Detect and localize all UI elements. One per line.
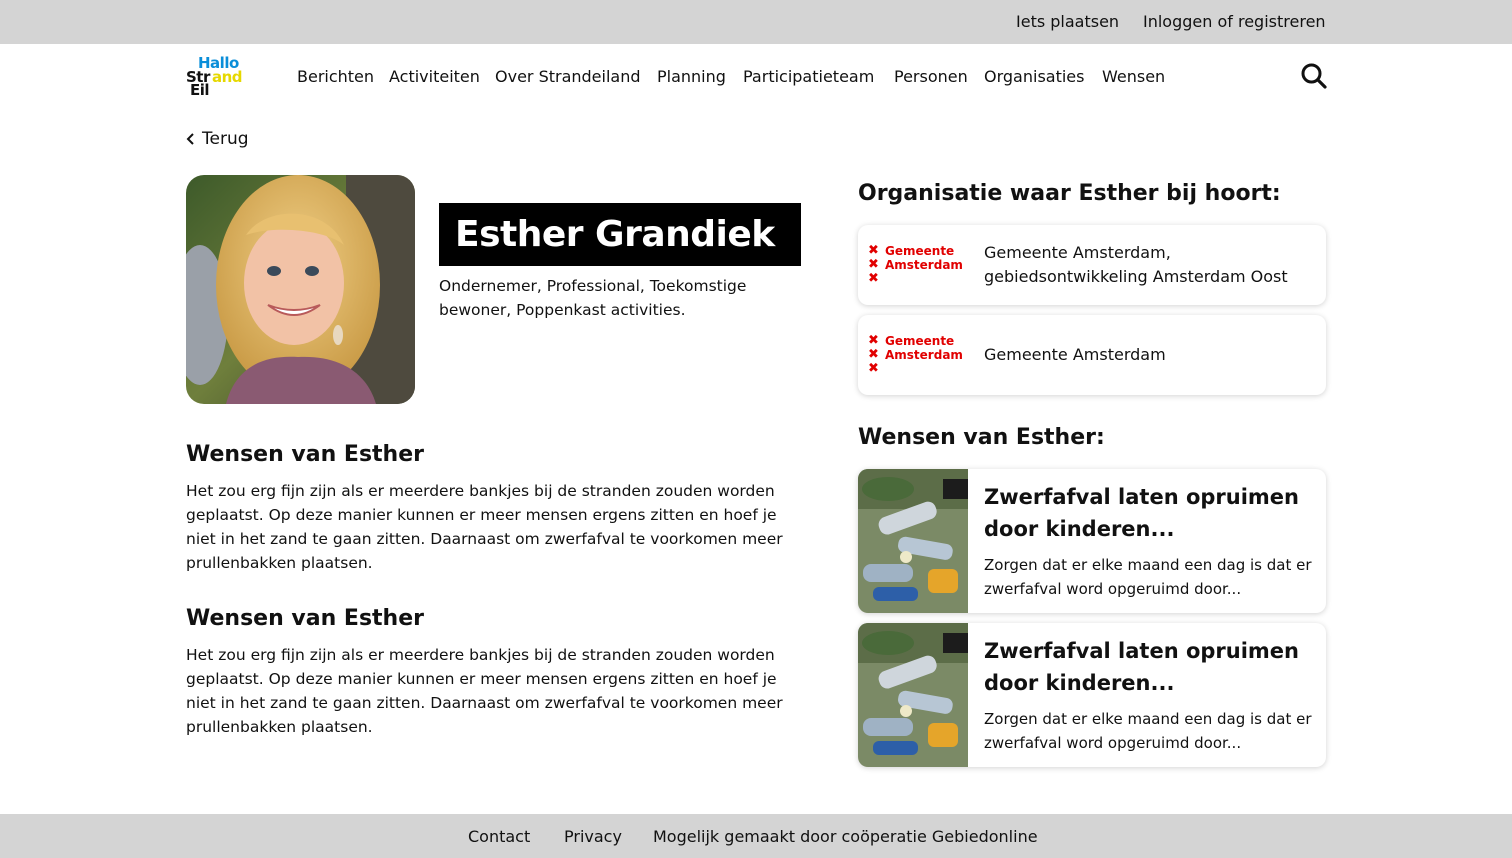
gemeente-amsterdam-logo: ✖ Gemeente ✖ Amsterdam ✖ (868, 244, 968, 286)
nav-item-organisaties[interactable]: Organisaties (984, 67, 1084, 86)
footer-contact-link[interactable]: Contact (468, 827, 530, 846)
organisations-heading: Organisatie waar Esther bij hoort: (858, 181, 1281, 206)
nav-item-participatieteam[interactable]: Participatieteam (743, 67, 874, 86)
wish-card-title: Zwerfafval laten opruimen door kinderen.… (984, 485, 1299, 541)
nav-item-wensen[interactable]: Wensen (1102, 67, 1165, 86)
search-icon[interactable] (1300, 62, 1328, 90)
cross-icon: ✖ (868, 257, 879, 272)
logo-line: Amsterdam (885, 348, 963, 362)
wish-card[interactable]: Zwerfafval laten opruimen door kinderen.… (858, 469, 1326, 613)
nav-item-personen[interactable]: Personen (894, 67, 968, 86)
wish-card-description: Zorgen dat er elke maand een dag is dat … (984, 710, 1312, 752)
gemeente-amsterdam-logo: ✖ Gemeente ✖ Amsterdam ✖ (868, 334, 968, 376)
logo-line: Amsterdam (885, 258, 963, 272)
nav-item-berichten[interactable]: Berichten (297, 67, 374, 86)
wish-card[interactable]: Zwerfafval laten opruimen door kinderen.… (858, 623, 1326, 767)
organisation-name: Gemeente Amsterdam, gebiedsontwikkeling … (984, 243, 1288, 286)
organisation-card[interactable]: ✖ Gemeente ✖ Amsterdam ✖ Gemeente Amsterda… (858, 225, 1326, 305)
profile-roles: Ondernemer, Professional, Toekomstige be… (439, 277, 747, 319)
logo-line: Gemeente (885, 244, 955, 258)
site-logo[interactable]: Hallo Str and Eil (186, 56, 248, 98)
wish-text: Het zou erg fijn zijn als er meerdere ba… (186, 482, 783, 572)
wish-image (858, 623, 968, 767)
back-link[interactable]: Terug (186, 128, 249, 150)
profile-name: Esther Grandiek (455, 214, 775, 255)
footer-credit-link[interactable]: Mogelijk gemaakt door coöperatie Gebiedo… (653, 827, 1038, 846)
nav-item-over-strandeiland[interactable]: Over Strandeiland (495, 67, 641, 86)
organisation-name: Gemeente Amsterdam (984, 345, 1166, 364)
cross-icon: ✖ (868, 243, 879, 258)
wish-image (858, 469, 968, 613)
side-wishes-heading: Wensen van Esther: (858, 425, 1105, 450)
cross-icon: ✖ (868, 333, 879, 348)
wish-card-description: Zorgen dat er elke maand een dag is dat … (984, 556, 1312, 598)
wish-card-title: Zwerfafval laten opruimen door kinderen.… (984, 639, 1299, 695)
logo-text-eil: Eil (190, 81, 210, 99)
nav-item-activiteiten[interactable]: Activiteiten (389, 67, 480, 86)
chevron-left-icon (186, 133, 194, 145)
cross-icon: ✖ (868, 271, 879, 286)
organisation-card[interactable]: ✖ Gemeente ✖ Amsterdam ✖ Gemeente Amsterda… (858, 315, 1326, 395)
post-something-link[interactable]: Iets plaatsen (1016, 12, 1119, 31)
wish-heading: Wensen van Esther (186, 442, 424, 467)
top-bar: Iets plaatsen Inloggen of registreren (0, 0, 1512, 44)
nav-item-planning[interactable]: Planning (657, 67, 726, 86)
login-register-link[interactable]: Inloggen of registreren (1143, 12, 1326, 31)
footer-privacy-link[interactable]: Privacy (564, 827, 622, 846)
profile-photo (186, 175, 415, 404)
cross-icon: ✖ (868, 361, 879, 376)
wish-heading: Wensen van Esther (186, 606, 424, 631)
wish-text: Het zou erg fijn zijn als er meerdere ba… (186, 646, 783, 736)
cross-icon: ✖ (868, 347, 879, 362)
profile-name-box: Esther Grandiek (439, 203, 801, 266)
logo-text-and: and (212, 68, 243, 86)
logo-line: Gemeente (885, 334, 955, 348)
footer: Contact Privacy Mogelijk gemaakt door co… (0, 814, 1512, 858)
back-label: Terug (202, 129, 249, 149)
